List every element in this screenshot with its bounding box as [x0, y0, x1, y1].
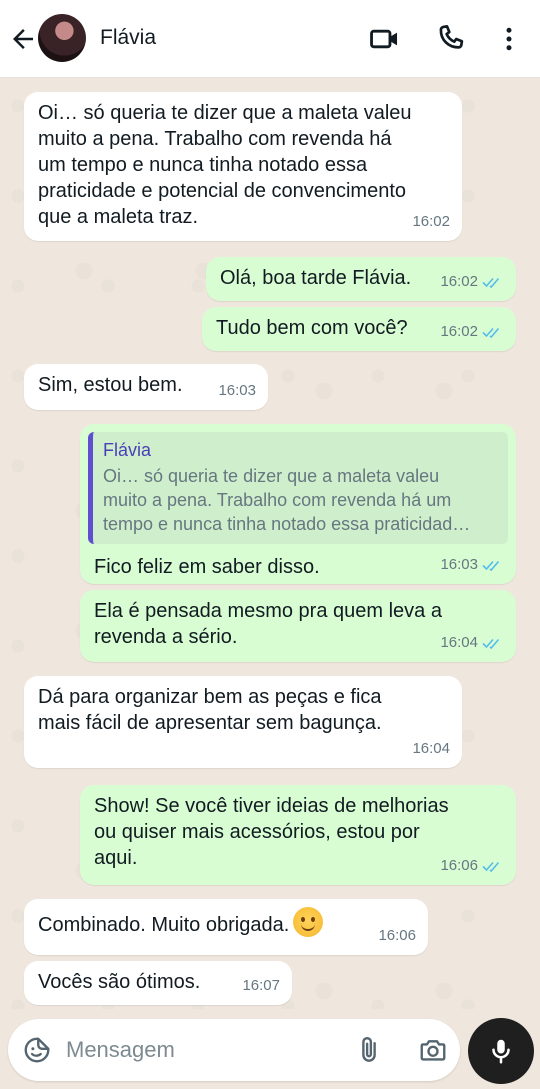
quoted-text: Oi… só queria te dizer que a maleta vale…	[103, 466, 471, 534]
quoted-message[interactable]: Flávia Oi… só queria te dizer que a male…	[88, 432, 508, 544]
message-incoming[interactable]: Vocês são ótimos. 16:07	[24, 961, 292, 1005]
message-outgoing[interactable]: Show! Se você tiver ideias de melhorias …	[80, 785, 516, 885]
message-incoming[interactable]: Sim, estou bem. 16:03	[24, 364, 268, 410]
message-incoming[interactable]: Combinado. Muito obrigada. 16:06	[24, 899, 428, 955]
avatar[interactable]	[38, 14, 86, 62]
message-meta: 16:06	[440, 853, 504, 879]
back-arrow-icon[interactable]	[8, 24, 38, 54]
message-text: Oi… só queria te dizer que a maleta vale…	[38, 102, 412, 228]
message-outgoing-reply[interactable]: Flávia Oi… só queria te dizer que a male…	[80, 424, 516, 584]
message-meta: 16:02	[440, 319, 504, 345]
message-text: Combinado. Muito obrigada.	[38, 907, 414, 938]
more-vert-icon[interactable]	[494, 22, 524, 56]
read-ticks-icon	[482, 861, 500, 873]
message-meta: 16:04	[412, 736, 450, 762]
quoted-sender: Flávia	[103, 440, 152, 460]
video-call-icon[interactable]	[368, 22, 402, 56]
message-composer	[8, 1019, 460, 1081]
chat-header: Flávia	[0, 0, 540, 78]
message-time: 16:02	[412, 213, 450, 230]
read-ticks-icon	[482, 560, 500, 572]
message-text: Dá para organizar bem as peças e fica ma…	[38, 686, 382, 734]
contact-name[interactable]: Flávia	[100, 26, 156, 50]
read-ticks-icon	[482, 327, 500, 339]
chat-area[interactable]: Oi… só queria te dizer que a maleta vale…	[0, 79, 540, 1009]
message-meta: 16:03	[218, 378, 256, 404]
message-incoming[interactable]: Oi… só queria te dizer que a maleta vale…	[24, 92, 462, 241]
message-incoming[interactable]: Dá para organizar bem as peças e fica ma…	[24, 676, 462, 768]
message-time: 16:02	[440, 273, 478, 290]
message-meta: 16:06	[378, 923, 416, 949]
message-time: 16:06	[378, 927, 416, 944]
message-time: 16:04	[412, 740, 450, 757]
message-time: 16:04	[440, 634, 478, 651]
message-meta: 16:02	[440, 269, 504, 295]
read-ticks-icon	[482, 277, 500, 289]
message-outgoing[interactable]: Ela é pensada mesmo pra quem leva a reve…	[80, 590, 516, 662]
message-text-content: Combinado. Muito obrigada.	[38, 914, 290, 936]
message-time: 16:02	[440, 323, 478, 340]
message-time: 16:07	[242, 977, 280, 994]
smiling-face-emoji	[293, 907, 324, 937]
message-input[interactable]	[66, 1033, 336, 1067]
camera-icon[interactable]	[418, 1035, 448, 1065]
message-time: 16:03	[440, 556, 478, 573]
message-meta: 16:02	[412, 209, 450, 235]
message-outgoing[interactable]: Olá, boa tarde Flávia. 16:02	[206, 257, 516, 301]
phone-icon[interactable]	[434, 22, 468, 56]
message-time: 16:03	[218, 382, 256, 399]
read-ticks-icon	[482, 638, 500, 650]
message-meta: 16:03	[440, 552, 504, 578]
message-meta: 16:07	[242, 973, 280, 999]
mic-icon	[492, 1039, 510, 1064]
message-time: 16:06	[440, 857, 478, 874]
message-meta: 16:04	[440, 630, 504, 656]
mic-button[interactable]	[468, 1018, 534, 1084]
message-outgoing[interactable]: Tudo bem com você? 16:02	[202, 307, 516, 351]
attach-icon[interactable]	[354, 1035, 384, 1065]
sticker-icon[interactable]	[22, 1035, 52, 1065]
